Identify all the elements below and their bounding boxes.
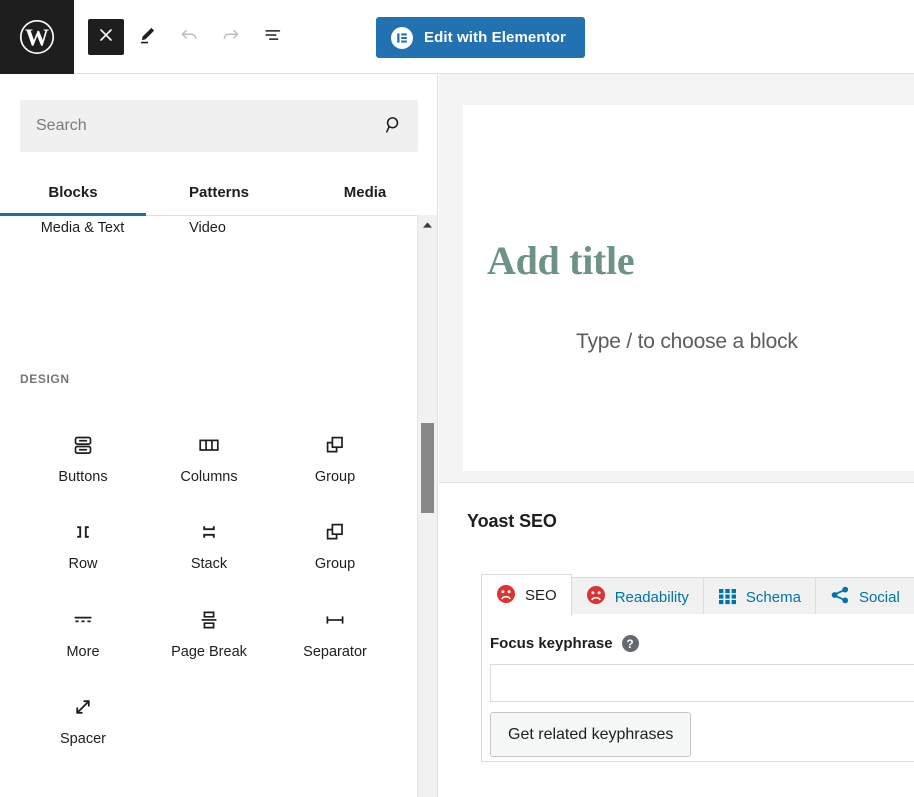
undo-icon	[178, 24, 200, 49]
frown-face-icon	[586, 585, 606, 609]
edit-with-elementor-label: Edit with Elementor	[424, 29, 566, 46]
yoast-seo-heading: Yoast SEO	[467, 511, 557, 531]
block-item-spacer[interactable]: Spacer	[20, 679, 146, 748]
pencil-icon	[136, 24, 158, 49]
tab-patterns[interactable]: Patterns	[146, 170, 292, 215]
block-label: Separator	[303, 643, 367, 660]
block-label: Video	[189, 220, 226, 236]
block-label: Group	[314, 469, 356, 485]
document-overview-icon	[262, 24, 284, 49]
block-item-stack[interactable]: Stack	[146, 504, 272, 573]
block-label: More	[66, 643, 100, 660]
block-label: Spacer	[60, 731, 106, 748]
inserter-scrollbar[interactable]	[417, 215, 437, 797]
get-related-keyphrases-label: Get related keyphrases	[508, 725, 674, 743]
toolbar-button-group	[74, 0, 292, 74]
more-icon	[70, 598, 96, 642]
block-item-group[interactable]: Group	[272, 417, 398, 486]
grid-icon	[718, 586, 737, 609]
edit-mode-button[interactable]	[128, 18, 166, 56]
block-item-group-2[interactable]: Group	[272, 504, 398, 573]
post-title-input[interactable]: Add title	[487, 241, 635, 281]
yoast-tab-social[interactable]: Social	[814, 577, 914, 617]
block-item-video[interactable]: Video	[145, 215, 270, 236]
separator-icon	[322, 598, 348, 642]
document-overview-button[interactable]	[254, 18, 292, 56]
block-item-separator[interactable]: Separator	[272, 592, 398, 661]
yoast-seo-panel: Yoast SEO SEO Readability Schema Social …	[439, 482, 914, 797]
yoast-tab-label: SEO	[525, 587, 557, 604]
partial-block-row: Media & Text Video	[0, 215, 418, 236]
search-icon	[383, 114, 405, 139]
yoast-tab-seo[interactable]: SEO	[481, 574, 572, 617]
block-label: Stack	[190, 556, 228, 573]
help-icon[interactable]: ?	[621, 635, 639, 652]
columns-icon	[196, 423, 222, 467]
block-item-media-and-text[interactable]: Media & Text	[20, 215, 145, 236]
block-grid: Buttons Columns Group Row Stack Group Mo…	[20, 417, 398, 749]
get-related-keyphrases-button[interactable]: Get related keyphrases	[490, 712, 692, 757]
svg-text:W: W	[25, 25, 49, 51]
yoast-tab-list: SEO Readability Schema Social	[481, 574, 914, 617]
editor-toolbar: W Edit with Elementor	[0, 0, 914, 74]
block-list-scroll-area: Media & Text Video DESIGN Buttons Column…	[0, 215, 437, 797]
frown-face-icon	[496, 584, 516, 608]
wordpress-icon: W	[17, 17, 57, 57]
post-content-area: Add title Type / to choose a block	[463, 105, 914, 471]
scroll-up-arrow-icon[interactable]	[418, 215, 437, 235]
block-item-row[interactable]: Row	[20, 504, 146, 573]
row-icon	[70, 510, 96, 554]
block-label: Buttons	[58, 469, 108, 485]
undo-button[interactable]	[170, 18, 208, 56]
yoast-seo-tab-content: Focus keyphrase ? Get related keyphrases	[481, 614, 914, 762]
inserter-tabs: Blocks Patterns Media	[0, 170, 437, 216]
block-item-more[interactable]: More	[20, 592, 146, 661]
yoast-tab-label: Readability	[614, 588, 689, 606]
block-item-columns[interactable]: Columns	[146, 417, 272, 486]
redo-icon	[220, 24, 242, 49]
editor-canvas: Add title Type / to choose a block Yoast…	[439, 74, 914, 797]
close-icon	[97, 26, 115, 47]
tab-media[interactable]: Media	[292, 170, 437, 215]
block-label: Page Break	[171, 643, 247, 660]
block-placeholder-prompt[interactable]: Type / to choose a block	[576, 330, 798, 354]
tab-media-label: Media	[343, 184, 387, 201]
block-search-wrapper	[20, 100, 418, 152]
yoast-tab-schema[interactable]: Schema	[702, 577, 816, 617]
stack-icon	[196, 510, 222, 554]
focus-keyphrase-label: Focus keyphrase	[490, 635, 613, 652]
block-label: Columns	[180, 469, 238, 485]
group-icon	[322, 423, 348, 467]
yoast-tab-label: Social	[858, 588, 900, 606]
block-inserter-panel: Blocks Patterns Media Media & Text Video…	[0, 74, 438, 797]
block-item-buttons[interactable]: Buttons	[20, 417, 146, 486]
block-item-page-break[interactable]: Page Break	[146, 592, 272, 661]
block-label: Group	[314, 556, 356, 573]
group-icon	[322, 510, 348, 554]
elementor-icon	[391, 26, 413, 49]
search-input[interactable]	[20, 100, 418, 152]
scrollbar-thumb[interactable]	[421, 423, 434, 513]
tab-blocks[interactable]: Blocks	[0, 170, 146, 216]
redo-button[interactable]	[212, 18, 250, 56]
wordpress-block-editor: W Edit with Elementor Search Blocks Patt…	[0, 0, 914, 797]
block-label: Media & Text	[40, 220, 125, 236]
spacer-icon	[70, 685, 96, 729]
edit-with-elementor-button[interactable]: Edit with Elementor	[376, 17, 585, 58]
yoast-tab-readability[interactable]: Readability	[570, 577, 704, 617]
share-icon	[830, 585, 850, 609]
yoast-tab-label: Schema	[745, 588, 801, 606]
section-label-design: DESIGN	[20, 372, 70, 386]
search-button[interactable]	[378, 110, 410, 142]
tab-blocks-label: Blocks	[48, 184, 98, 201]
buttons-icon	[70, 423, 96, 467]
block-label: Row	[68, 556, 98, 573]
tab-patterns-label: Patterns	[188, 184, 250, 201]
close-button[interactable]	[88, 18, 124, 55]
focus-keyphrase-input[interactable]	[490, 664, 914, 702]
wordpress-logo-button[interactable]: W	[0, 0, 74, 74]
focus-keyphrase-label-row: Focus keyphrase ?	[490, 635, 639, 652]
page-break-icon	[196, 598, 222, 642]
